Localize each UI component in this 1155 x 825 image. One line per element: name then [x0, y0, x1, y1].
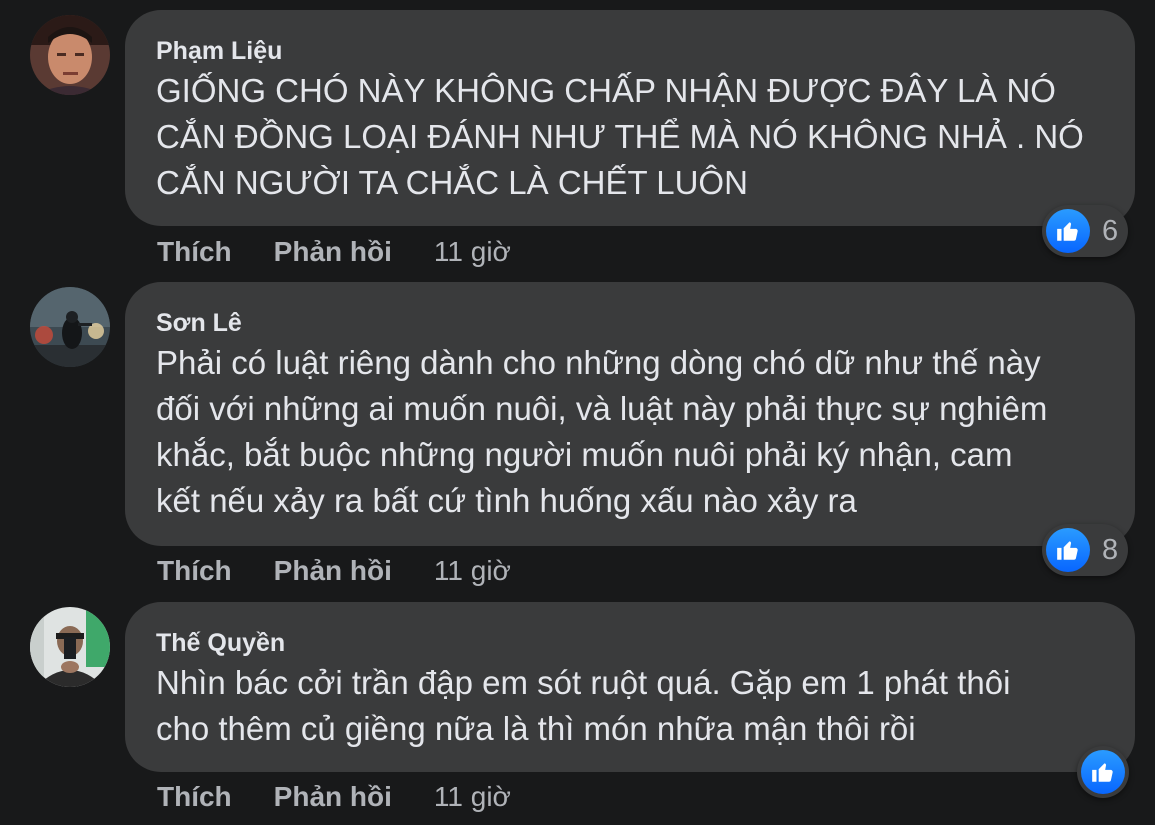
comment-line: Phải có luật riêng dành cho những dòng c…	[156, 344, 1041, 381]
avatar[interactable]	[30, 607, 110, 687]
comment-actions: Thích Phản hồi 11 giờ	[157, 235, 511, 269]
comment-timestamp[interactable]: 11 giờ	[434, 780, 511, 814]
comment-author[interactable]: Sơn Lê	[156, 308, 1101, 338]
reaction-count: 6	[1102, 215, 1119, 247]
comment-line: CẮN NGƯỜI TA CHẮC LÀ CHẾT LUÔN	[156, 164, 748, 201]
avatar[interactable]	[30, 15, 110, 95]
reply-button[interactable]: Phản hồi	[274, 235, 392, 269]
comment-line: kết nếu xảy ra bất cứ tình huống xấu nào…	[156, 482, 857, 519]
reaction-summary[interactable]: 6	[1042, 205, 1129, 257]
comment-line: GIỐNG CHÓ NÀY KHÔNG CHẤP NHẬN ĐƯỢC ĐÂY L…	[156, 72, 1056, 109]
comment-bubble: Phạm Liệu GIỐNG CHÓ NÀY KHÔNG CHẤP NHẬN …	[125, 10, 1135, 226]
comment-author[interactable]: Thế Quyền	[156, 628, 1101, 658]
like-thumb-icon	[1046, 528, 1090, 572]
comment-timestamp[interactable]: 11 giờ	[434, 235, 511, 269]
reply-button[interactable]: Phản hồi	[274, 780, 392, 814]
comment-line: cho thêm củ giềng nữa là thì món nhữa mậ…	[156, 710, 916, 747]
comment-actions: Thích Phản hồi 11 giờ	[157, 780, 511, 814]
comment-timestamp[interactable]: 11 giờ	[434, 554, 511, 588]
like-button[interactable]: Thích	[157, 235, 232, 269]
comment-bubble: Sơn Lê Phải có luật riêng dành cho những…	[125, 282, 1135, 546]
reply-button[interactable]: Phản hồi	[274, 554, 392, 588]
comment-text: GIỐNG CHÓ NÀY KHÔNG CHẤP NHẬN ĐƯỢC ĐÂY L…	[156, 68, 1101, 206]
like-button[interactable]: Thích	[157, 554, 232, 588]
reaction-summary[interactable]	[1077, 746, 1129, 798]
comment-text: Phải có luật riêng dành cho những dòng c…	[156, 340, 1101, 524]
comment-bubble: Thế Quyền Nhìn bác cởi trần đập em sót r…	[125, 602, 1135, 772]
comment-line: khắc, bắt buộc những người muốn nuôi phả…	[156, 436, 1013, 473]
comment-actions: Thích Phản hồi 11 giờ	[157, 554, 511, 588]
like-button[interactable]: Thích	[157, 780, 232, 814]
like-thumb-icon	[1081, 750, 1125, 794]
reaction-summary[interactable]: 8	[1042, 524, 1129, 576]
avatar[interactable]	[30, 287, 110, 367]
reaction-count: 8	[1102, 534, 1119, 566]
comment-text: Nhìn bác cởi trần đập em sót ruột quá. G…	[156, 660, 1101, 752]
like-thumb-icon	[1046, 209, 1090, 253]
comment-line: CẮN ĐỒNG LOẠI ĐÁNH NHƯ THỂ MÀ NÓ KHÔNG N…	[156, 118, 1084, 155]
comment-line: Nhìn bác cởi trần đập em sót ruột quá. G…	[156, 664, 1011, 701]
comment-author[interactable]: Phạm Liệu	[156, 36, 1101, 66]
comment-line: đối với những ai muốn nuôi, và luật này …	[156, 390, 1048, 427]
